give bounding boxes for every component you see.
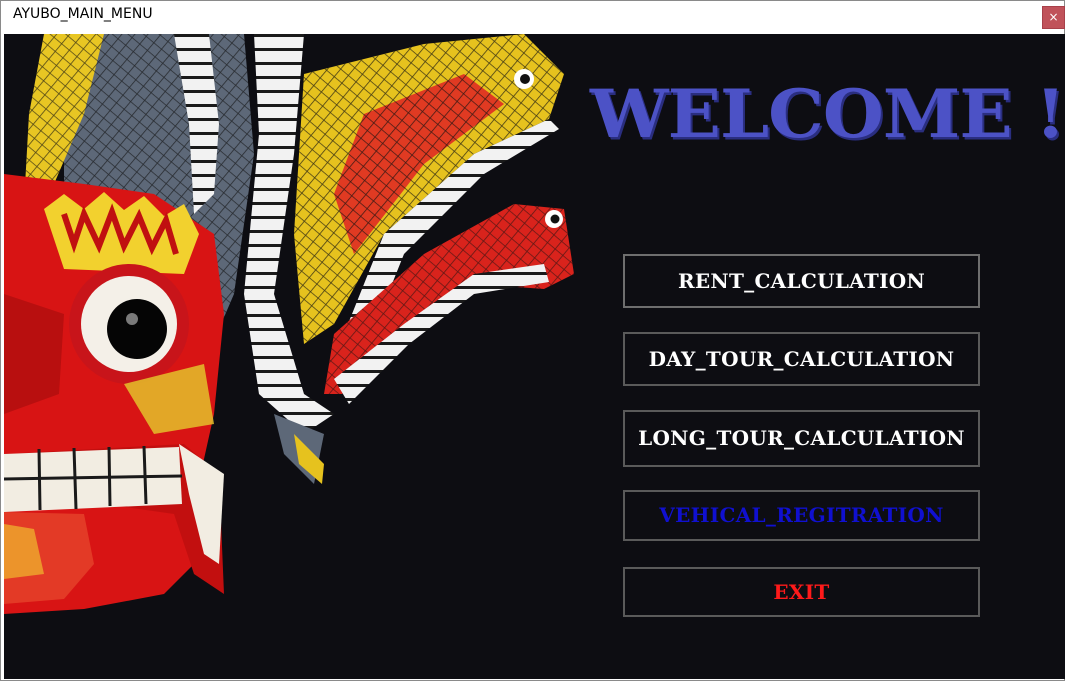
window-title: AYUBO_MAIN_MENU — [13, 6, 153, 22]
long-tour-calculation-button[interactable]: LONG_TOUR_CALCULATION — [623, 410, 980, 467]
day-tour-calculation-button[interactable]: DAY_TOUR_CALCULATION — [623, 332, 980, 386]
mask-image — [4, 34, 594, 679]
close-button[interactable]: × — [1042, 6, 1065, 29]
app-window: AYUBO_MAIN_MENU × WELCOME ! RENT_CALCULA… — [0, 0, 1065, 681]
main-panel: WELCOME ! RENT_CALCULATION DAY_TOUR_CALC… — [4, 34, 1065, 679]
title-bar[interactable]: AYUBO_MAIN_MENU × — [1, 1, 1065, 33]
rent-calculation-button[interactable]: RENT_CALCULATION — [623, 254, 980, 308]
vehicle-registration-button[interactable]: VEHICAL_REGITRATION — [623, 490, 980, 541]
welcome-heading: WELCOME ! — [590, 74, 1065, 153]
exit-button[interactable]: EXIT — [623, 567, 980, 617]
